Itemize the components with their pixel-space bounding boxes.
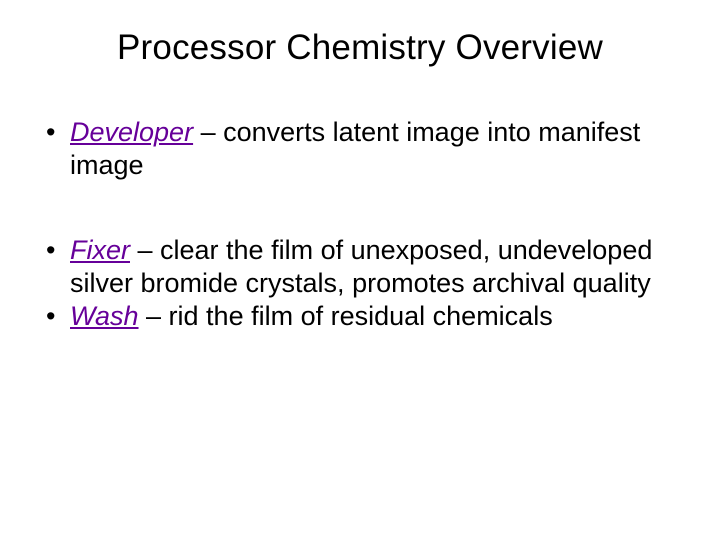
term: Fixer (70, 235, 130, 265)
slide: Processor Chemistry Overview Developer –… (0, 0, 720, 540)
term: Wash (70, 301, 139, 331)
slide-title: Processor Chemistry Overview (44, 28, 676, 68)
description: – rid the film of residual chemicals (139, 301, 553, 331)
list-item: Fixer – clear the film of unexposed, und… (44, 234, 676, 300)
description: – clear the film of unexposed, undevelop… (70, 235, 652, 298)
term: Developer (70, 117, 193, 147)
bullet-list: Developer – converts latent image into m… (44, 116, 676, 333)
list-item: Wash – rid the film of residual chemical… (44, 300, 676, 333)
list-item: Developer – converts latent image into m… (44, 116, 676, 182)
spacer (44, 182, 676, 234)
